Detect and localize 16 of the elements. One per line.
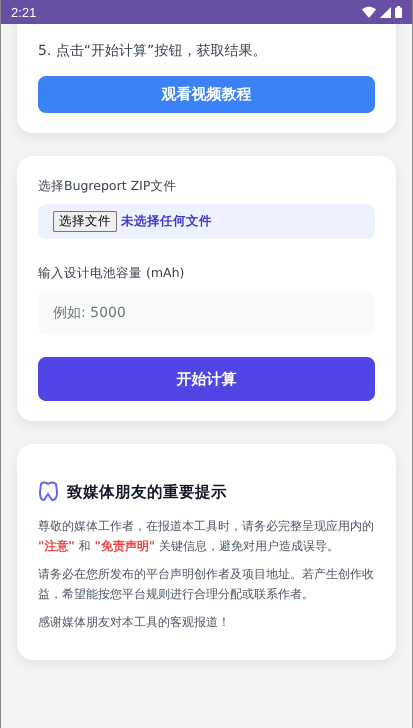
choose-file-button[interactable]: 选择文件 xyxy=(53,211,117,232)
capacity-input[interactable]: 例如: 5000 xyxy=(38,291,375,335)
notice-paragraph: 请务必在您所发布的平台声明创作者及项目地址。若产生创作收益，希望能按您平台规则进行合理分配或联系作者。 xyxy=(38,566,375,603)
battery-icon xyxy=(395,6,402,18)
video-tutorial-button[interactable]: 观看视频教程 xyxy=(38,76,375,113)
capacity-label: 输入设计电池容量 (mAh) xyxy=(38,265,186,282)
clock: 2:21 xyxy=(11,4,36,20)
file-label: 选择Bugreport ZIP文件 xyxy=(38,178,178,195)
notice-title: 致媒体朋友的重要提示 xyxy=(67,482,227,502)
signal-icon xyxy=(380,6,391,18)
wifi-icon xyxy=(362,6,376,18)
instruction-text: 5. 点击“开始计算”按钮，获取结果。 xyxy=(38,42,268,61)
start-button[interactable]: 开始计算 xyxy=(38,357,375,401)
notice-paragraph: 感谢媒体朋友对本工具的客观报道！ xyxy=(38,614,231,631)
notice-paragraph: 尊敬的媒体工作者，在报道本工具时，请务必完整呈现应用内的 "注意" 和 "免责声明" 关键信息，避免对用户造成误导。 xyxy=(38,518,375,555)
file-status: 未选择任何文件 xyxy=(121,213,212,230)
